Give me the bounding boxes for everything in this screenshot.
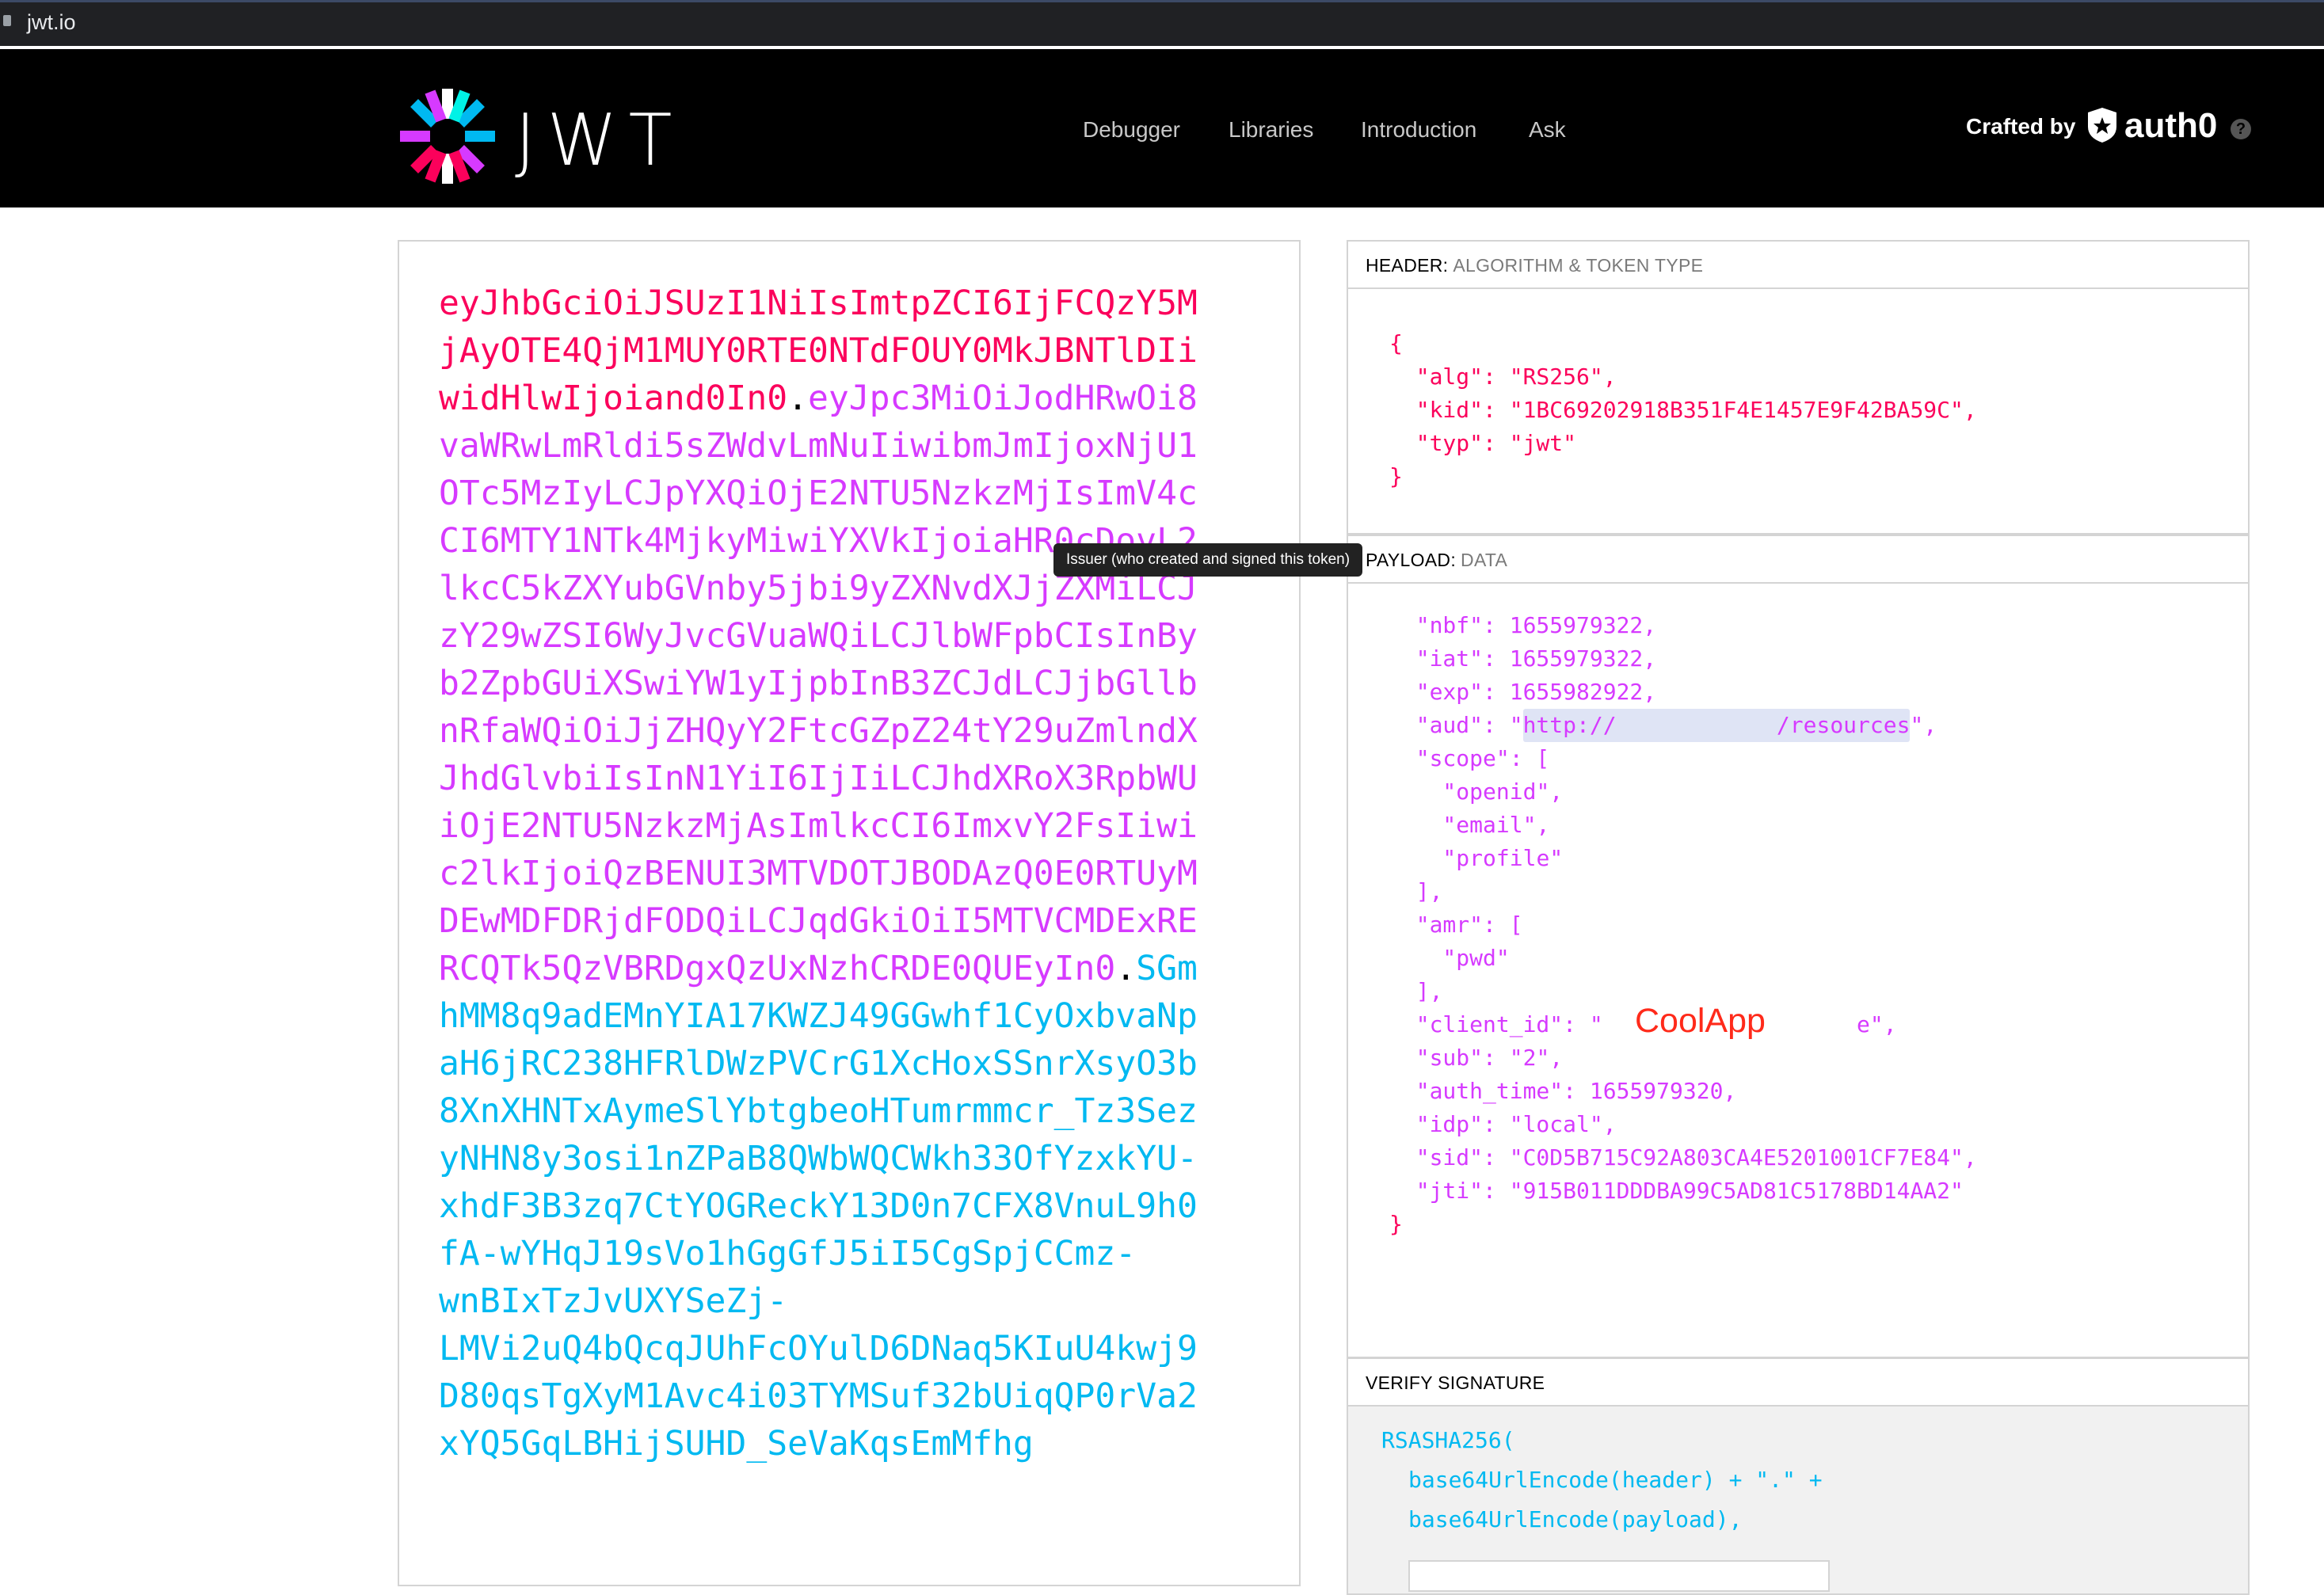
payload-subtitle: DATA [1461,550,1508,570]
aud-suffix: /resources [1776,712,1911,738]
header-panel-title: HEADER: ALGORITHM & TOKEN TYPE [1348,242,2248,289]
verify-line-2: base64UrlEncode(header) + "." + [1408,1467,1823,1493]
url-text[interactable]: jwt.io [27,10,76,35]
auth-time-value: 1655979320 [1589,1078,1724,1104]
header-title: HEADER: [1366,255,1449,276]
jti-value: 915B011DDDBA99C5AD81C5178BD14AA2 [1522,1178,1951,1204]
header-panel: HEADER: ALGORITHM & TOKEN TYPE { "alg": "… [1347,240,2250,535]
help-icon[interactable]: ? [2231,119,2251,139]
aud-prefix: http:// [1522,712,1617,738]
header-json[interactable]: { "alg": "RS256", "kid": "1BC69202918B35… [1389,327,1977,493]
auth0-brand[interactable]: auth0 [2124,106,2217,146]
amr-item: pwd [1456,945,1496,971]
jwt-logo-icon [400,89,495,184]
lock-icon [3,15,11,26]
aud-value: http://xxxxxxxxxxxx/resources [1522,709,1911,742]
token-separator: . [787,379,808,418]
token-signature-part: SGmhMM8q9adEMnYIA17KWZJ49GGwhf1CyOxbvaNp… [439,949,1198,1464]
verify-title: VERIFY SIGNATURE [1348,1359,2248,1407]
scope-item: openid [1456,778,1537,805]
verify-signature-panel: VERIFY SIGNATURE RSASHA256( base64UrlEnc… [1347,1357,2250,1595]
encoded-token-panel[interactable]: eyJhbGciOiJSUzI1NiIsImtpZCI6IjFCQzY5MjAy… [398,240,1301,1586]
header-subtitle: ALGORITHM & TOKEN TYPE [1453,255,1704,276]
iss-tooltip: Issuer (who created and signed this toke… [1053,543,1363,577]
jwt-logo[interactable]: JWT [396,85,697,184]
nav-ask[interactable]: Ask [1529,117,1566,143]
sid-value: C0D5B715C92A803CA4E5201001CF7E84 [1522,1144,1951,1171]
nbf-value: 1655979322 [1509,612,1644,638]
idp-value: local [1522,1111,1590,1137]
logo-wordmark: JWT [515,99,684,182]
payload-title: PAYLOAD: [1366,550,1457,570]
site-navbar: JWT Debugger Libraries Introduction Ask … [0,49,2324,207]
token-separator: . [1115,949,1137,988]
iat-value: 1655979322 [1509,645,1644,672]
nav-debugger[interactable]: Debugger [1083,117,1180,143]
payload-json[interactable]: "nbf": 1655979322, "iat": 1655979322, "e… [1389,609,1977,1241]
typ-value: jwt [1522,430,1564,456]
alg-value: RS256 [1522,364,1590,390]
exp-value: 1655982922 [1509,679,1644,705]
payload-panel: PAYLOAD: DATA "nbf": 1655979322, "iat": 1… [1347,535,2250,1358]
nav-introduction[interactable]: Introduction [1361,117,1476,143]
crafted-by-label: Crafted by [1966,114,2076,139]
token-payload-part: eyJpc3MiOiJodHRwOi8vaWRwLmRldi5sZWdvLmNu… [439,379,1198,988]
browser-address-bar[interactable]: jwt.io [0,0,2324,46]
auth0-shield-icon [2088,108,2116,143]
encoded-token-text[interactable]: eyJhbGciOiJSUzI1NiIsImtpZCI6IjFCQzY5MjAy… [439,280,1199,1467]
verify-line-1: RSASHA256( [1381,1427,1515,1453]
nav-libraries[interactable]: Libraries [1229,117,1313,143]
scope-item: profile [1456,845,1550,871]
client-id-annotation: CoolApp [1635,1002,1766,1040]
sub-value: 2 [1522,1045,1537,1071]
verify-line-3: base64UrlEncode(payload), [1408,1506,1743,1532]
payload-panel-title: PAYLOAD: DATA [1348,536,2248,584]
scope-item: email [1456,812,1523,838]
public-key-input[interactable] [1408,1560,1830,1592]
kid-value: 1BC69202918B351F4E1457E9F42BA59C [1522,397,1951,423]
